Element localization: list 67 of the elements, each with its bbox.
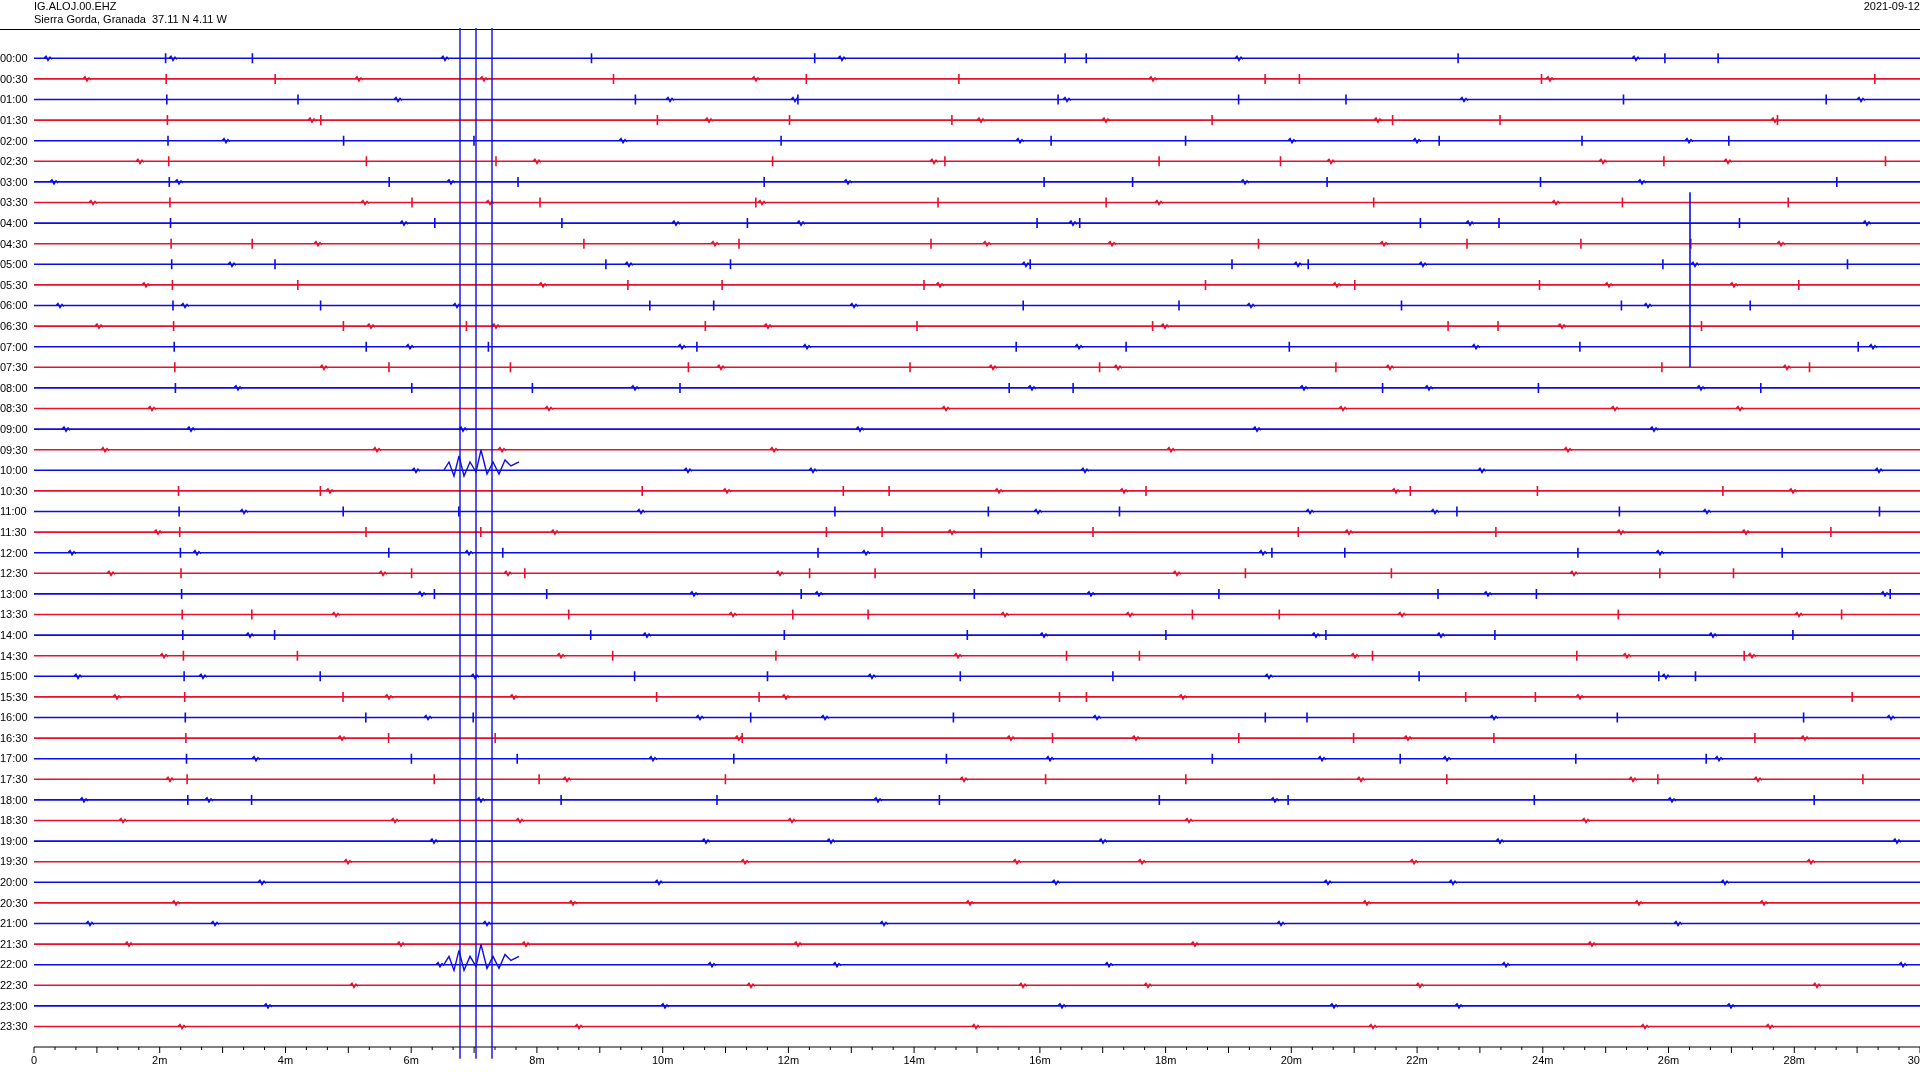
row-time-label: 04:00: [0, 217, 28, 230]
row-time-label: 01:00: [0, 93, 28, 106]
axis-label: 26m: [1657, 1053, 1680, 1066]
axis-label: 0: [30, 1053, 38, 1066]
row-time-label: 12:30: [0, 567, 28, 580]
row-time-label: 17:30: [0, 773, 28, 786]
axis-label: 22m: [1406, 1053, 1428, 1066]
row-time-label: 05:00: [0, 258, 28, 271]
axis-label: 6m: [403, 1053, 419, 1066]
row-time-label: 20:30: [0, 896, 28, 909]
row-time-label: 06:30: [0, 320, 28, 332]
row-time-label: 11:00: [0, 505, 27, 518]
axis-label: 12m: [777, 1053, 800, 1066]
row-time-label: 21:00: [0, 917, 28, 930]
row-time-label: 19:30: [0, 855, 28, 868]
axis-label: 16m: [1029, 1053, 1051, 1066]
row-time-label: 15:00: [0, 670, 28, 683]
axis-label: 14m: [903, 1053, 925, 1066]
axis-label: 4m: [277, 1053, 294, 1066]
row-time-label: 22:30: [0, 979, 28, 991]
row-time-label: 03:30: [0, 196, 28, 209]
row-time-label: 11:30: [0, 525, 27, 538]
row-time-label: 22:00: [0, 958, 28, 971]
row-time-label: 12:00: [0, 546, 28, 559]
row-time-label: 06:00: [0, 299, 28, 312]
row-time-label: 04:30: [0, 237, 28, 250]
row-time-label: 10:30: [0, 484, 28, 497]
row-time-label: 02:00: [0, 134, 28, 147]
axis-label: 20m: [1280, 1053, 1303, 1066]
row-time-label: 00:00: [0, 52, 28, 65]
row-time-label: 16:30: [0, 731, 28, 744]
axis-label: 18m: [1154, 1053, 1177, 1066]
row-time-label: 07:00: [0, 340, 28, 353]
row-time-label: 10:00: [0, 464, 28, 477]
row-time-label: 03:00: [0, 175, 28, 188]
station-location: Sierra Gorda, Granada 37.11 N 4.11 W: [34, 13, 227, 26]
row-time-label: 21:30: [0, 937, 28, 950]
row-time-label: 13:30: [0, 608, 28, 621]
row-time-label: 18:30: [0, 814, 28, 827]
row-time-label: 14:30: [0, 649, 28, 662]
row-time-label: 01:30: [0, 114, 28, 127]
row-time-label: 09:30: [0, 443, 28, 456]
axis-label: 28m: [1783, 1053, 1805, 1066]
axis-label: 30: [1907, 1053, 1920, 1066]
row-time-label: 20:00: [0, 876, 28, 889]
axis-label: 2m: [152, 1053, 168, 1066]
row-time-label: 23:00: [0, 999, 28, 1012]
row-time-label: 07:30: [0, 361, 28, 374]
record-date: 2021-09-12: [1863, 0, 1920, 14]
row-time-label: 17:00: [0, 752, 28, 765]
row-time-label: 18:00: [0, 793, 28, 806]
station-code: IG.ALOJ.00.EHZ: [34, 0, 118, 13]
row-time-label: 00:30: [0, 72, 28, 85]
row-time-label: 19:00: [0, 834, 28, 847]
row-time-label: 14:00: [0, 628, 28, 641]
row-time-label: 13:00: [0, 587, 28, 600]
axis-label: 10m: [651, 1053, 674, 1066]
row-time-label: 09:00: [0, 423, 28, 435]
row-time-label: 16:00: [0, 711, 28, 724]
row-time-label: 08:00: [0, 381, 28, 394]
axis-label: 24m: [1532, 1053, 1554, 1066]
row-time-label: 08:30: [0, 402, 28, 415]
axis-label: 8m: [529, 1053, 545, 1066]
row-time-label: 15:30: [0, 690, 28, 703]
row-time-label: 05:30: [0, 278, 28, 291]
row-time-label: 02:30: [0, 155, 28, 168]
row-time-label: 23:30: [0, 1020, 28, 1033]
